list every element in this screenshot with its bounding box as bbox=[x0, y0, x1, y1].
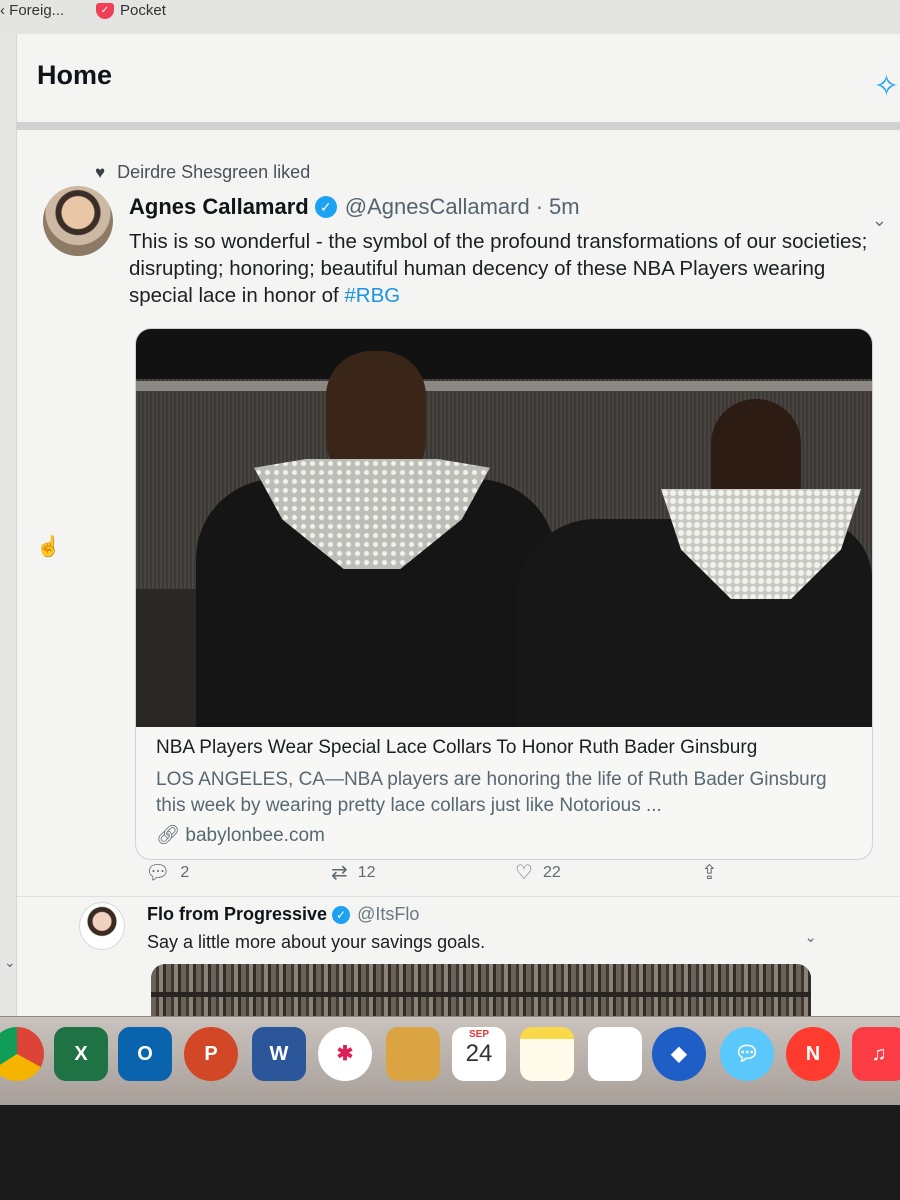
retweet-icon: ⇄ bbox=[331, 862, 348, 884]
avatar[interactable] bbox=[43, 186, 113, 256]
reply-icon: 💬︎ bbox=[145, 862, 171, 884]
like-count: 22 bbox=[542, 863, 561, 881]
link-icon: 🔗︎ bbox=[156, 825, 181, 846]
pocket-icon: ✓ bbox=[96, 2, 114, 19]
excel-icon[interactable]: X bbox=[54, 1027, 108, 1081]
reply-count: 2 bbox=[180, 863, 190, 881]
avatar[interactable] bbox=[79, 902, 125, 950]
tweet-divider bbox=[17, 896, 900, 897]
music-icon[interactable]: ♫ bbox=[852, 1027, 900, 1081]
hashtag-link[interactable]: #RBG bbox=[344, 284, 400, 307]
calendar-icon[interactable]: SEP 24 bbox=[452, 1027, 506, 1081]
left-sidebar bbox=[0, 34, 16, 1046]
reminders-icon[interactable] bbox=[588, 1027, 642, 1081]
share-icon: ⇪ bbox=[701, 862, 718, 884]
background-rail bbox=[136, 381, 872, 391]
chrome-icon[interactable] bbox=[0, 1027, 44, 1081]
verified-badge-icon: ✓ bbox=[332, 905, 351, 924]
social-context: ♥ Deirdre Shesgreen liked bbox=[95, 162, 310, 183]
tweet-header: Flo from Progressive ✓ @ItsFlo bbox=[147, 904, 419, 925]
tweet-header: Agnes Callamard ✓ @AgnesCallamard · 5m bbox=[129, 194, 580, 220]
powerpoint-letter: P bbox=[204, 1043, 218, 1065]
timeline-column: Home ✧ ♥ Deirdre Shesgreen liked Agnes C… bbox=[16, 34, 900, 1046]
tweet-body: This is so wonderful - the symbol of the… bbox=[129, 230, 868, 307]
messages-icon[interactable]: 💬︎ bbox=[720, 1027, 774, 1081]
heart-icon: ♥ bbox=[95, 162, 106, 182]
card-image bbox=[136, 329, 872, 727]
author-name[interactable]: Flo from Progressive bbox=[147, 904, 327, 925]
page-title: Home bbox=[37, 60, 113, 90]
home-header: Home ✧ bbox=[17, 34, 900, 130]
verified-badge-icon: ✓ bbox=[314, 196, 337, 218]
word-icon[interactable]: W bbox=[252, 1027, 306, 1081]
like-button[interactable]: ♡ 22 bbox=[515, 860, 561, 885]
calendar-month: SEP bbox=[468, 1029, 489, 1040]
author-handle[interactable]: @AgnesCallamard bbox=[345, 194, 530, 220]
word-letter: W bbox=[269, 1043, 289, 1065]
bookmark-pocket-label: Pocket bbox=[120, 2, 166, 19]
outlook-icon[interactable]: O bbox=[118, 1027, 172, 1081]
excel-letter: X bbox=[74, 1043, 88, 1065]
bookmarks-bar: ‹ Foreig... ✓ Pocket bbox=[0, 0, 900, 35]
chevron-down-icon[interactable]: ⌄ bbox=[804, 928, 817, 946]
hand-cursor-icon: ☝ bbox=[36, 536, 61, 558]
retweet-count: 12 bbox=[357, 863, 376, 881]
separator-dot: · bbox=[535, 194, 544, 219]
card-title: NBA Players Wear Special Lace Collars To… bbox=[156, 737, 758, 758]
sparkle-icon[interactable]: ✧ bbox=[874, 72, 899, 102]
share-button[interactable]: ⇪ bbox=[701, 860, 718, 885]
tweet-text: This is so wonderful - the symbol of the… bbox=[129, 228, 879, 309]
calendar-day: 24 bbox=[465, 1040, 493, 1067]
author-name[interactable]: Agnes Callamard bbox=[129, 194, 309, 220]
card-domain-label: babylonbee.com bbox=[185, 825, 325, 846]
powerpoint-icon[interactable]: P bbox=[184, 1027, 238, 1081]
dock: X O P W ✱ SEP 24 ◆ 💬︎ N ♫ bbox=[0, 1016, 900, 1105]
outlook-letter: O bbox=[137, 1043, 153, 1065]
card-description: LOS ANGELES, CA—NBA players are honoring… bbox=[156, 769, 827, 816]
bookmark-foreign[interactable]: ‹ Foreig... bbox=[0, 2, 64, 19]
news-icon[interactable]: N bbox=[786, 1027, 840, 1081]
dropbox-icon[interactable]: ◆ bbox=[652, 1027, 706, 1081]
card-domain: 🔗︎ babylonbee.com bbox=[156, 823, 325, 847]
tweet-text: Say a little more about your savings goa… bbox=[147, 932, 486, 952]
retweet-button[interactable]: ⇄ 12 bbox=[331, 860, 376, 885]
link-card[interactable]: NBA Players Wear Special Lace Collars To… bbox=[135, 328, 873, 860]
bookmark-foreign-label: ‹ Foreig... bbox=[0, 2, 65, 19]
notes-icon[interactable] bbox=[520, 1027, 574, 1081]
reply-button[interactable]: 💬︎ 2 bbox=[145, 860, 189, 885]
social-context-label[interactable]: Deirdre Shesgreen liked bbox=[117, 162, 310, 183]
bookmark-pocket[interactable]: ✓ Pocket bbox=[96, 2, 166, 19]
slack-icon[interactable]: ✱ bbox=[318, 1027, 372, 1081]
twitter-page: Home ✧ ♥ Deirdre Shesgreen liked Agnes C… bbox=[0, 34, 900, 1046]
shelf-line bbox=[151, 992, 811, 997]
author-handle[interactable]: @ItsFlo bbox=[357, 904, 419, 925]
tweet-actions: 💬︎ 2 ⇄ 12 ♡ 22 ⇪ bbox=[145, 860, 845, 890]
contacts-icon[interactable] bbox=[386, 1027, 440, 1081]
timestamp[interactable]: 5m bbox=[549, 194, 580, 220]
like-icon: ♡ bbox=[515, 862, 533, 884]
chevron-down-icon[interactable]: ⌄ bbox=[4, 954, 16, 971]
